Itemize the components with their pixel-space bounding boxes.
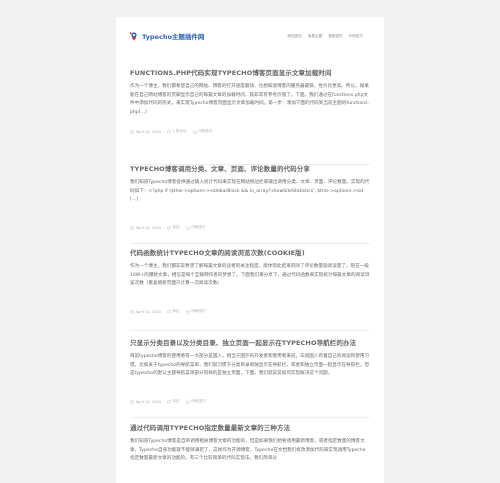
comment-icon bbox=[167, 130, 171, 134]
post-excerpt: 我们知道Typecho博客提供通过输入统计代码来实现在网站侧边栏来输出调用分类、… bbox=[130, 180, 370, 203]
post-excerpt: 我们知道Typecho博客是自带调用相关博客文章的功能的，但是如果我们想要调用最… bbox=[130, 439, 366, 462]
folder-icon bbox=[185, 226, 190, 229]
post-comments[interactable]: 1 条评论 bbox=[167, 129, 187, 134]
page-card: Typecho主题插件网 网站首页 免费主题 更新插件 代码技巧 FUNCTIO… bbox=[116, 17, 384, 483]
post-meta: April 12, 2020 1 条评论 代码技巧 bbox=[130, 129, 370, 134]
post-title[interactable]: FUNCTIONS.PHP代码实现TYPECHO博客页面显示文章加载时间 bbox=[130, 69, 370, 77]
nav-home[interactable]: 网站首页 bbox=[288, 34, 302, 39]
post-category[interactable]: 代码技巧 bbox=[185, 225, 205, 230]
comment-icon bbox=[167, 310, 171, 314]
post-item: 通过代码调用TYPECHO指定数量最新文章的三种方法 我们知道Typecho博客… bbox=[130, 424, 370, 480]
main-nav: 网站首页 免费主题 更新插件 代码技巧 bbox=[288, 34, 364, 39]
post-comments[interactable]: 评论 bbox=[167, 399, 180, 404]
post-divider bbox=[130, 243, 370, 244]
post-item: FUNCTIONS.PHP代码实现TYPECHO博客页面显示文章加载时间 作为一… bbox=[130, 69, 370, 134]
nav-free-themes[interactable]: 免费主题 bbox=[308, 34, 322, 39]
nav-code-tips[interactable]: 代码技巧 bbox=[349, 34, 363, 39]
post-comments[interactable]: 评论 bbox=[167, 225, 180, 230]
post-date: April 12, 2020 bbox=[130, 400, 161, 404]
post-title[interactable]: TYPECHO博客调用分类、文章、页面、评论数量的代码分享 bbox=[130, 165, 370, 173]
post-excerpt: 目前typecho博客的使用者有一大部分是国人，相当于国外的开发者和使用者来说，… bbox=[130, 354, 370, 377]
post-item: 代码函数统计TYPECHO文章的阅读浏览次数(COOKIE版) 作为一个博主，我… bbox=[130, 249, 370, 314]
post-item: TYPECHO博客调用分类、文章、页面、评论数量的代码分享 我们知道Typech… bbox=[130, 165, 370, 230]
post-category[interactable]: 代码技巧 bbox=[185, 399, 205, 404]
post-meta: April 12, 2020 评论 代码技巧 bbox=[130, 399, 370, 404]
post-date: April 12, 2020 bbox=[130, 130, 161, 134]
post-category[interactable]: 代码技巧 bbox=[185, 309, 205, 314]
post-divider bbox=[130, 330, 370, 331]
post-meta: April 12, 2020 评论 代码技巧 bbox=[130, 225, 370, 230]
post-item: 只显示分类目录以及分类目录、独立页面一起显示在TYPECHO导航栏的办法 目前t… bbox=[130, 339, 370, 404]
comment-icon bbox=[167, 400, 171, 404]
site-header: Typecho主题插件网 网站首页 免费主题 更新插件 代码技巧 bbox=[116, 17, 384, 57]
comment-icon bbox=[167, 226, 171, 230]
post-comments[interactable]: 评论 bbox=[167, 309, 180, 314]
post-title[interactable]: 代码函数统计TYPECHO文章的阅读浏览次数(COOKIE版) bbox=[130, 249, 370, 257]
site-logo[interactable]: Typecho主题插件网 bbox=[129, 29, 204, 43]
post-meta: April 12, 2020 评论 代码技巧 bbox=[130, 309, 370, 314]
post-date: April 12, 2020 bbox=[130, 226, 161, 230]
folder-icon bbox=[185, 310, 190, 313]
site-title: Typecho主题插件网 bbox=[142, 33, 205, 41]
folder-icon bbox=[185, 400, 190, 403]
folder-icon bbox=[192, 130, 197, 133]
clock-icon bbox=[130, 399, 134, 404]
post-excerpt: 作为一个博主，我们都非常希望了解每篇文章的读者的关注程度，能体现此结果的除了评论… bbox=[130, 264, 370, 287]
post-title[interactable]: 只显示分类目录以及分类目录、独立页面一起显示在TYPECHO导航栏的办法 bbox=[130, 339, 370, 347]
post-title[interactable]: 通过代码调用TYPECHO指定数量最新文章的三种方法 bbox=[130, 424, 370, 432]
clock-icon bbox=[130, 129, 134, 134]
clock-icon bbox=[130, 309, 134, 314]
post-category[interactable]: 代码技巧 bbox=[192, 129, 212, 134]
post-divider bbox=[130, 417, 370, 418]
post-excerpt: 作为一个博主，我们都希望自己的网站、博客的打开速度最快、也想知道博客的服务器最快… bbox=[130, 84, 369, 116]
nav-plugins[interactable]: 更新插件 bbox=[328, 34, 342, 39]
logo-icon bbox=[129, 31, 139, 41]
post-date: April 12, 2020 bbox=[130, 310, 161, 314]
clock-icon bbox=[130, 225, 134, 230]
